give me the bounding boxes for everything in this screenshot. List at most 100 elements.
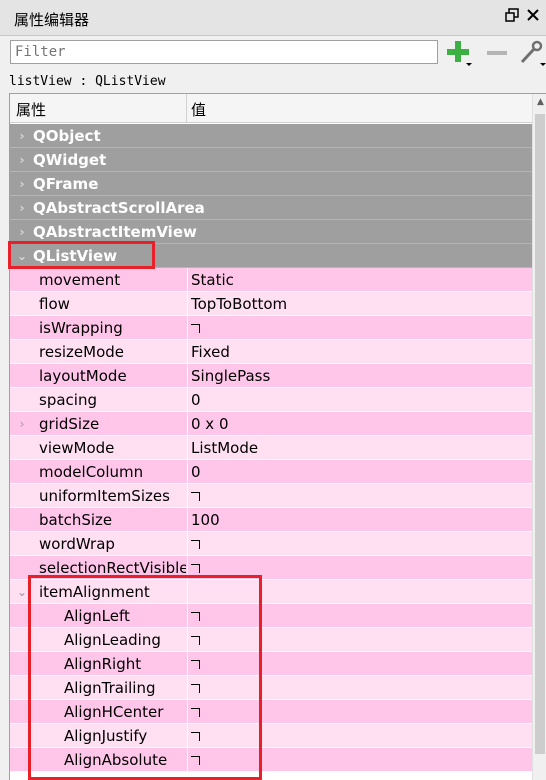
- group-label: QAbstractItemView: [33, 223, 197, 241]
- property-name: flow: [39, 295, 70, 313]
- property-row-alignabsolute[interactable]: AlignAbsolute: [10, 748, 532, 772]
- property-value[interactable]: Static: [187, 268, 234, 291]
- property-row-batchsize[interactable]: batchSize 100: [10, 508, 532, 532]
- header-divider: [186, 94, 187, 123]
- checkbox-icon[interactable]: [191, 708, 200, 717]
- property-name: AlignRight: [64, 655, 142, 673]
- property-name: batchSize: [39, 511, 113, 529]
- property-row-resizemode[interactable]: resizeMode Fixed: [10, 340, 532, 364]
- property-value[interactable]: [187, 580, 191, 603]
- group-qframe[interactable]: › QFrame: [10, 172, 532, 196]
- property-row-iswrapping[interactable]: isWrapping: [10, 316, 532, 340]
- property-value[interactable]: [187, 316, 200, 339]
- property-row-spacing[interactable]: spacing 0: [10, 388, 532, 412]
- property-value[interactable]: [187, 604, 200, 627]
- title-bar: 属性编辑器: [0, 0, 546, 36]
- property-value[interactable]: [187, 700, 200, 723]
- property-row-flow[interactable]: flow TopToBottom: [10, 292, 532, 316]
- group-qwidget[interactable]: › QWidget: [10, 148, 532, 172]
- chevron-down-icon[interactable]: ⌄: [16, 244, 28, 268]
- property-value[interactable]: 100: [187, 508, 220, 531]
- property-row-selectionrectvisible[interactable]: selectionRectVisible: [10, 556, 532, 580]
- checkbox-icon[interactable]: [191, 612, 200, 621]
- property-name: isWrapping: [39, 319, 123, 337]
- property-row-wordwrap[interactable]: wordWrap: [10, 532, 532, 556]
- chevron-right-icon[interactable]: ›: [16, 220, 28, 244]
- property-name: spacing: [39, 391, 97, 409]
- group-qabstractscrollarea[interactable]: › QAbstractScrollArea: [10, 196, 532, 220]
- checkbox-icon[interactable]: [191, 492, 200, 501]
- chevron-right-icon[interactable]: ›: [16, 124, 28, 148]
- property-row-uniformitemsizes[interactable]: uniformItemSizes: [10, 484, 532, 508]
- qlistview-properties: movement Static flow TopToBottom isWrapping r…: [10, 268, 532, 580]
- property-row-alignleading[interactable]: AlignLeading: [10, 628, 532, 652]
- property-value[interactable]: ListMode: [187, 436, 258, 459]
- item-alignment-flags: AlignLeft AlignLeading AlignRight AlignTrai…: [10, 604, 532, 772]
- property-name: AlignJustify: [64, 727, 148, 745]
- checkbox-icon[interactable]: [191, 540, 200, 549]
- property-value[interactable]: 0: [187, 388, 201, 411]
- property-value[interactable]: [187, 748, 200, 771]
- tree-rows: › QObject › QWidget › QFrame › QAbstract…: [10, 124, 532, 772]
- filter-row: [0, 36, 546, 70]
- chevron-right-icon[interactable]: ›: [16, 196, 28, 220]
- scroll-thumb[interactable]: [535, 114, 545, 754]
- property-value[interactable]: 0 x 0: [187, 412, 229, 435]
- property-row-itemalignment[interactable]: ⌄ itemAlignment: [10, 580, 532, 604]
- scroll-up-arrow-icon[interactable]: ▲: [535, 97, 546, 108]
- group-qabstractitemview[interactable]: › QAbstractItemView: [10, 220, 532, 244]
- property-value[interactable]: [187, 724, 200, 747]
- header-property[interactable]: 属性: [16, 99, 46, 120]
- close-icon[interactable]: [524, 8, 542, 26]
- add-property-button[interactable]: [446, 40, 472, 66]
- float-window-icon[interactable]: [503, 8, 521, 26]
- property-name: uniformItemSizes: [39, 487, 170, 505]
- property-row-alignleft[interactable]: AlignLeft: [10, 604, 532, 628]
- property-value[interactable]: [187, 556, 200, 579]
- checkbox-icon[interactable]: [191, 636, 200, 645]
- property-name: wordWrap: [39, 535, 115, 553]
- property-name: viewMode: [39, 439, 115, 457]
- property-value[interactable]: [187, 628, 200, 651]
- property-tree[interactable]: 属性 值 › QObject › QWidget › QFrame › QAbs…: [9, 93, 546, 780]
- property-value[interactable]: 0: [187, 460, 201, 483]
- checkbox-icon[interactable]: [191, 684, 200, 693]
- property-row-viewmode[interactable]: viewMode ListMode: [10, 436, 532, 460]
- property-row-alignjustify[interactable]: AlignJustify: [10, 724, 532, 748]
- chevron-right-icon[interactable]: ›: [16, 172, 28, 196]
- property-name: selectionRectVisible: [39, 559, 186, 577]
- group-qlistview[interactable]: ⌄ QListView: [10, 244, 532, 268]
- property-row-modelcolumn[interactable]: modelColumn 0: [10, 460, 532, 484]
- property-name: AlignHCenter: [64, 703, 164, 721]
- property-row-aligntrailing[interactable]: AlignTrailing: [10, 676, 532, 700]
- group-qobject[interactable]: › QObject: [10, 124, 532, 148]
- header-value[interactable]: 值: [191, 99, 206, 120]
- property-value[interactable]: [187, 532, 200, 555]
- vertical-scrollbar[interactable]: ▲: [532, 94, 546, 780]
- property-value[interactable]: [187, 676, 200, 699]
- group-label: QObject: [33, 127, 101, 145]
- checkbox-icon[interactable]: [191, 732, 200, 741]
- wrench-icon[interactable]: [518, 40, 546, 66]
- property-row-movement[interactable]: movement Static: [10, 268, 532, 292]
- chevron-right-icon[interactable]: ›: [16, 148, 28, 172]
- property-row-gridsize[interactable]: › gridSize 0 x 0: [10, 412, 532, 436]
- property-value[interactable]: TopToBottom: [187, 292, 287, 315]
- property-row-layoutmode[interactable]: layoutMode SinglePass: [10, 364, 532, 388]
- filter-input[interactable]: [10, 40, 438, 64]
- property-row-alignhcenter[interactable]: AlignHCenter: [10, 700, 532, 724]
- checkbox-icon[interactable]: [191, 660, 200, 669]
- property-row-alignright[interactable]: AlignRight: [10, 652, 532, 676]
- property-name: AlignAbsolute: [64, 751, 168, 769]
- remove-property-button[interactable]: [484, 44, 510, 62]
- property-value[interactable]: [187, 652, 200, 675]
- property-name: layoutMode: [39, 367, 127, 385]
- property-value[interactable]: Fixed: [187, 340, 230, 363]
- property-value[interactable]: [187, 484, 200, 507]
- checkbox-icon[interactable]: [191, 564, 200, 573]
- checkbox-icon[interactable]: [191, 756, 200, 765]
- checkbox-icon[interactable]: [191, 324, 200, 333]
- property-name: itemAlignment: [39, 583, 150, 601]
- object-class-label: listView : QListView: [9, 74, 166, 89]
- property-value[interactable]: SinglePass: [187, 364, 270, 387]
